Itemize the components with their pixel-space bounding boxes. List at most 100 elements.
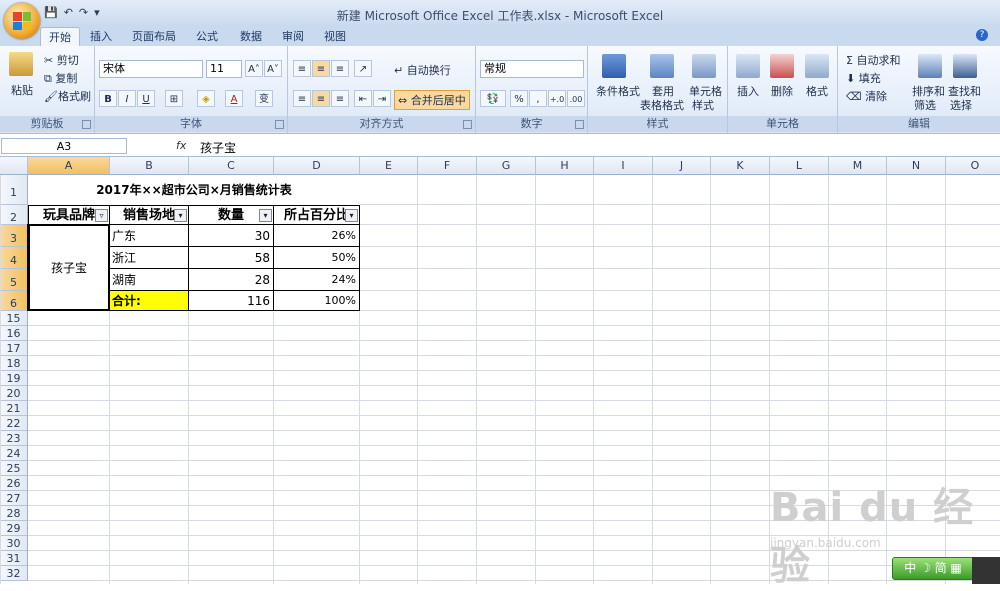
row-header[interactable]: 19 [0,371,28,386]
row-header[interactable]: 20 [0,386,28,401]
sheet-title[interactable]: 2017年××超市公司×月销售统计表 [28,175,360,205]
filter-dropdown-icon[interactable]: ▾ [259,209,272,222]
decrease-indent-icon[interactable]: ⇤ [354,90,372,107]
help-icon[interactable]: ? [976,29,988,41]
row-header[interactable]: 28 [0,506,28,521]
filter-dropdown-icon[interactable]: ▿ [95,209,108,222]
total-qty-cell[interactable]: 116 [189,291,274,311]
tab-view[interactable]: 视图 [318,27,352,46]
brand-cell[interactable]: 孩子宝 [28,225,110,311]
office-button[interactable] [4,3,40,39]
name-box[interactable]: A3 [1,138,127,154]
row-header[interactable]: 21 [0,401,28,416]
paste-icon[interactable] [9,52,33,76]
column-header[interactable]: D [274,157,360,175]
fx-icon[interactable]: fx [176,139,186,152]
wrap-text-button[interactable]: ↵ 自动换行 [394,62,451,78]
row-header[interactable]: 24 [0,446,28,461]
row-header[interactable]: 3 [0,225,28,247]
font-color-button[interactable]: A [225,90,243,107]
currency-button[interactable]: 💱 [480,90,506,107]
qty-cell[interactable]: 30 [189,225,274,247]
find-select-label[interactable]: 选择 [950,97,972,113]
align-middle-icon[interactable]: ≡ [312,60,330,77]
increase-decimal-button[interactable]: +.0 [548,90,566,107]
row-header[interactable]: 1 [0,175,28,205]
font-size-select[interactable]: 11 [206,60,242,78]
column-header[interactable]: M [829,157,887,175]
italic-button[interactable]: I [118,90,136,107]
percent-button[interactable]: % [510,90,528,107]
format-as-table-label[interactable]: 表格格式 [640,97,684,113]
number-launcher-icon[interactable] [575,120,584,129]
orientation-icon[interactable]: ↗ [354,60,372,77]
formula-input[interactable]: 孩子宝 [200,139,236,156]
filter-dropdown-icon[interactable]: ▾ [174,209,187,222]
underline-button[interactable]: U [137,90,155,107]
qty-cell[interactable]: 28 [189,269,274,291]
undo-icon[interactable]: ↶ [64,6,73,19]
row-header[interactable]: 4 [0,247,28,269]
column-header[interactable]: H [536,157,594,175]
ime-toolbar[interactable]: 中 ☽ 简 ▦ [892,557,974,580]
number-format-select[interactable]: 常规 [480,60,584,78]
shrink-font-button[interactable]: A˅ [264,60,282,77]
row-header[interactable]: 16 [0,326,28,341]
insert-cells-icon[interactable] [736,54,760,78]
row-header[interactable]: 17 [0,341,28,356]
conditional-format-icon[interactable] [602,54,626,78]
place-cell[interactable]: 湖南 [110,269,189,291]
font-name-select[interactable]: 宋体 [99,60,203,78]
pct-cell[interactable]: 26% [274,225,360,247]
row-header[interactable]: 26 [0,476,28,491]
sort-filter-icon[interactable] [918,54,942,78]
align-top-icon[interactable]: ≡ [293,60,311,77]
tab-formulas[interactable]: 公式 [190,27,224,46]
row-header[interactable]: 15 [0,311,28,326]
border-button[interactable]: ⊞ [165,90,183,107]
cut-button[interactable]: ✂ 剪切 [44,52,79,68]
fill-button[interactable]: ⬇ 填充 [846,70,881,86]
save-icon[interactable]: 💾 [44,6,58,19]
cell-styles-label[interactable]: 样式 [692,97,714,113]
conditional-format-button[interactable]: 条件格式 [596,83,640,99]
row-header[interactable]: 5 [0,269,28,291]
total-label-cell[interactable]: 合计: [110,291,189,311]
paste-button[interactable]: 粘贴 [11,82,33,98]
column-header[interactable]: N [887,157,946,175]
pct-cell[interactable]: 24% [274,269,360,291]
redo-icon[interactable]: ↷ [79,6,88,19]
tab-data[interactable]: 数据 [234,27,268,46]
format-cells-icon[interactable] [805,54,829,78]
select-all-corner[interactable] [0,157,28,175]
bold-button[interactable]: B [99,90,117,107]
align-left-icon[interactable]: ≡ [293,90,311,107]
column-header[interactable]: E [360,157,418,175]
format-as-table-icon[interactable] [650,54,674,78]
format-painter-button[interactable]: 🖌格式刷 [44,88,91,104]
insert-cells-button[interactable]: 插入 [737,83,759,99]
merge-center-button[interactable]: ⇔ 合并后居中 [394,90,470,110]
clear-button[interactable]: ⌫ 清除 [846,88,887,104]
customize-qat-icon[interactable]: ▾ [94,6,100,19]
row-header[interactable]: 2 [0,205,28,225]
copy-button[interactable]: ⧉ 复制 [44,70,77,86]
fill-color-button[interactable]: ◈ [197,90,215,107]
column-header[interactable]: G [477,157,536,175]
qty-cell[interactable]: 58 [189,247,274,269]
row-header[interactable]: 6 [0,291,28,311]
tab-home[interactable]: 开始 [40,27,80,46]
column-header[interactable]: A [28,157,110,175]
format-cells-button[interactable]: 格式 [806,83,828,99]
row-header[interactable]: 32 [0,566,28,581]
column-header[interactable]: K [711,157,770,175]
column-header[interactable]: C [189,157,274,175]
column-header[interactable]: F [418,157,477,175]
grow-font-button[interactable]: A˄ [245,60,263,77]
sort-filter-label[interactable]: 筛选 [914,97,936,113]
delete-cells-icon[interactable] [770,54,794,78]
delete-cells-button[interactable]: 删除 [771,83,793,99]
pct-cell[interactable]: 50% [274,247,360,269]
column-header[interactable]: B [110,157,189,175]
cell-styles-icon[interactable] [692,54,716,78]
